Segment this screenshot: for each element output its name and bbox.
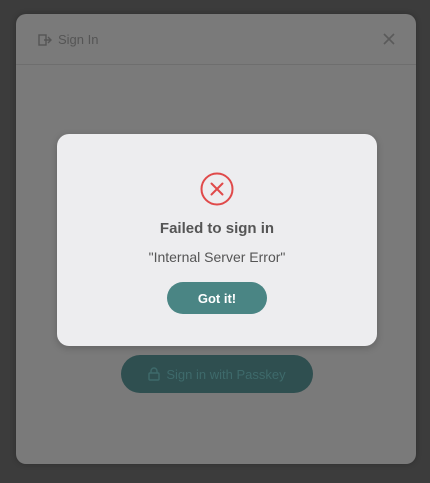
error-circle-x-icon (200, 172, 234, 206)
got-it-button[interactable]: Got it! (167, 282, 267, 314)
dialog-title: Failed to sign in (159, 220, 275, 237)
error-dialog: Failed to sign in "Internal Server Error… (57, 134, 377, 346)
dialog-message: "Internal Server Error" (148, 249, 286, 265)
